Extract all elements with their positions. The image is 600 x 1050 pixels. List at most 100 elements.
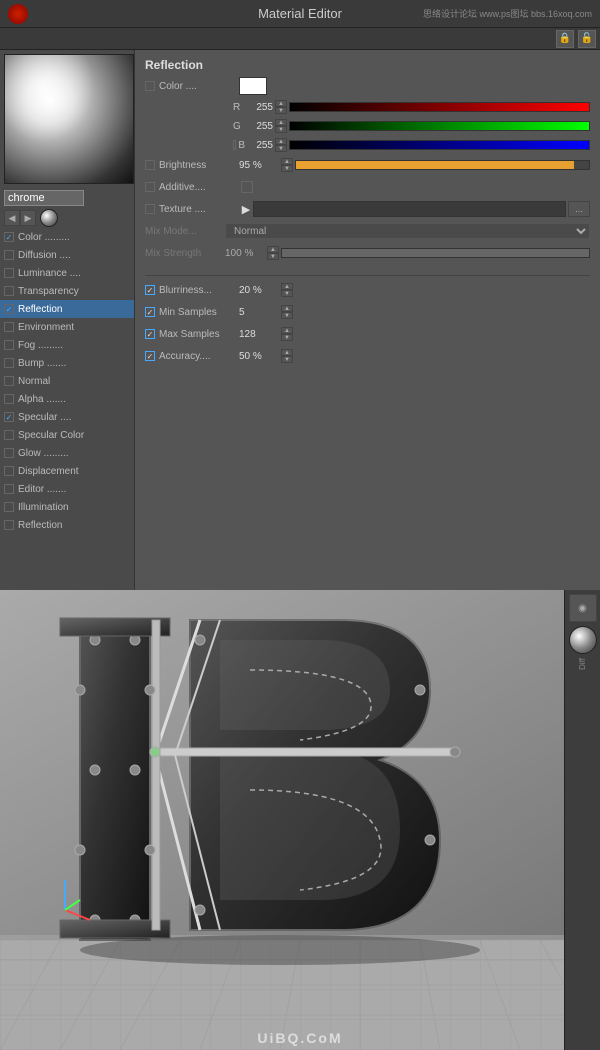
additive-toggle[interactable] [241,181,253,193]
channel-check-reflection[interactable]: ✓ [4,304,14,314]
channel-label-color: Color ......... [18,232,70,243]
channel-item-color[interactable]: ✓ Color ......... [0,228,134,246]
g-spinner[interactable]: ▲ ▼ [275,119,287,133]
min-samples-spinner[interactable]: ▲ ▼ [281,305,293,319]
accuracy-down[interactable]: ▼ [281,356,293,363]
b-spinner[interactable]: ▲ ▼ [275,138,287,152]
channel-check-specular[interactable]: ✓ [4,412,14,422]
accuracy-row: ✓ Accuracy.... 50 % ▲ ▼ [145,346,590,366]
max-samples-down[interactable]: ▼ [281,334,293,341]
mix-strength-spinner[interactable]: ▲ ▼ [267,246,279,260]
channel-item-bump[interactable]: Bump ....... [0,354,134,372]
channel-check-luminance[interactable] [4,268,14,278]
r-down[interactable]: ▼ [275,107,287,114]
brightness-up[interactable]: ▲ [281,158,293,165]
r-slider[interactable] [289,102,590,112]
mini-preview-sphere[interactable] [569,626,597,654]
r-spinner[interactable]: ▲ ▼ [275,100,287,114]
nav-sphere[interactable] [40,209,58,227]
channel-check-diffusion[interactable] [4,250,14,260]
blurriness-row: ✓ Blurriness... 20 % ▲ ▼ [145,280,590,300]
channel-item-displacement[interactable]: Displacement [0,462,134,480]
channel-item-fog[interactable]: Fog ......... [0,336,134,354]
channel-item-reflection[interactable]: ✓ Reflection [0,300,134,318]
material-name-input[interactable] [4,190,84,206]
channel-check-specular-color[interactable] [4,430,14,440]
channel-check-illumination[interactable] [4,502,14,512]
nav-back-button[interactable]: ◀ [4,210,20,226]
brightness-row: Brightness 95 % ▲ ▼ [145,155,590,175]
texture-arrow[interactable]: ▶ [239,202,253,216]
mix-mode-dropdown[interactable]: Normal [225,223,590,239]
material-preview[interactable] [4,54,134,184]
accuracy-up[interactable]: ▲ [281,349,293,356]
brightness-down[interactable]: ▼ [281,165,293,172]
additive-checkbox[interactable] [145,182,155,192]
unlock-button[interactable]: 🔓 [578,30,596,48]
channel-item-assignment[interactable]: Reflection [0,516,134,534]
g-slider[interactable] [289,121,590,131]
color-swatch[interactable] [239,77,267,95]
channel-check-displacement[interactable] [4,466,14,476]
blurriness-spinner[interactable]: ▲ ▼ [281,283,293,297]
max-samples-spinner[interactable]: ▲ ▼ [281,327,293,341]
viewport[interactable]: ◉ Diff UiBQ.CoM [0,590,600,1050]
channel-check-bump[interactable] [4,358,14,368]
r-up[interactable]: ▲ [275,100,287,107]
channel-check-environment[interactable] [4,322,14,332]
brightness-spinner[interactable]: ▲ ▼ [281,158,293,172]
channel-check-glow[interactable] [4,448,14,458]
channel-check-normal[interactable] [4,376,14,386]
channel-item-illumination[interactable]: Illumination [0,498,134,516]
b-up[interactable]: ▲ [275,138,287,145]
mix-strength-slider[interactable] [281,248,590,258]
channel-check-transparency[interactable] [4,286,14,296]
blurriness-checkbox[interactable]: ✓ [145,285,155,295]
mini-icon-button[interactable]: ◉ [569,594,597,622]
channel-label-diffusion: Diffusion .... [18,250,71,261]
mix-strength-down[interactable]: ▼ [267,253,279,260]
texture-checkbox[interactable] [145,204,155,214]
channel-item-normal[interactable]: Normal [0,372,134,390]
channel-item-transparency[interactable]: Transparency [0,282,134,300]
channel-item-glow[interactable]: Glow ......... [0,444,134,462]
texture-preview[interactable] [253,201,566,217]
channel-check-editor[interactable] [4,484,14,494]
nav-forward-button[interactable]: ▶ [20,210,36,226]
channel-item-specular[interactable]: ✓ Specular .... [0,408,134,426]
b-value: 255 [245,140,273,151]
min-samples-checkbox[interactable]: ✓ [145,307,155,317]
channel-item-specular-color[interactable]: Specular Color [0,426,134,444]
channel-check-color[interactable]: ✓ [4,232,14,242]
channel-item-environment[interactable]: Environment [0,318,134,336]
channel-check-fog[interactable] [4,340,14,350]
brightness-checkbox[interactable] [145,160,155,170]
blurriness-down[interactable]: ▼ [281,290,293,297]
min-samples-up[interactable]: ▲ [281,305,293,312]
b-down[interactable]: ▼ [275,145,287,152]
min-samples-down[interactable]: ▼ [281,312,293,319]
brightness-slider[interactable] [295,160,590,170]
color-checkbox[interactable] [145,81,155,91]
blurriness-up[interactable]: ▲ [281,283,293,290]
channel-label-bump: Bump ....... [18,358,66,369]
max-samples-checkbox[interactable]: ✓ [145,329,155,339]
channel-label-fog: Fog ......... [18,340,63,351]
texture-browse-button[interactable]: ... [568,201,590,217]
channel-item-alpha[interactable]: Alpha ....... [0,390,134,408]
channel-item-luminance[interactable]: Luminance .... [0,264,134,282]
channel-label-editor: Editor ....... [18,484,66,495]
channel-check-alpha[interactable] [4,394,14,404]
accuracy-spinner[interactable]: ▲ ▼ [281,349,293,363]
channel-check-assignment[interactable] [4,520,14,530]
color-label: Color .... [159,81,239,92]
mix-strength-up[interactable]: ▲ [267,246,279,253]
max-samples-up[interactable]: ▲ [281,327,293,334]
g-up[interactable]: ▲ [275,119,287,126]
channel-item-editor[interactable]: Editor ....... [0,480,134,498]
b-slider[interactable] [289,140,590,150]
g-down[interactable]: ▼ [275,126,287,133]
channel-item-diffusion[interactable]: Diffusion .... [0,246,134,264]
accuracy-checkbox[interactable]: ✓ [145,351,155,361]
lock-button[interactable]: 🔒 [556,30,574,48]
